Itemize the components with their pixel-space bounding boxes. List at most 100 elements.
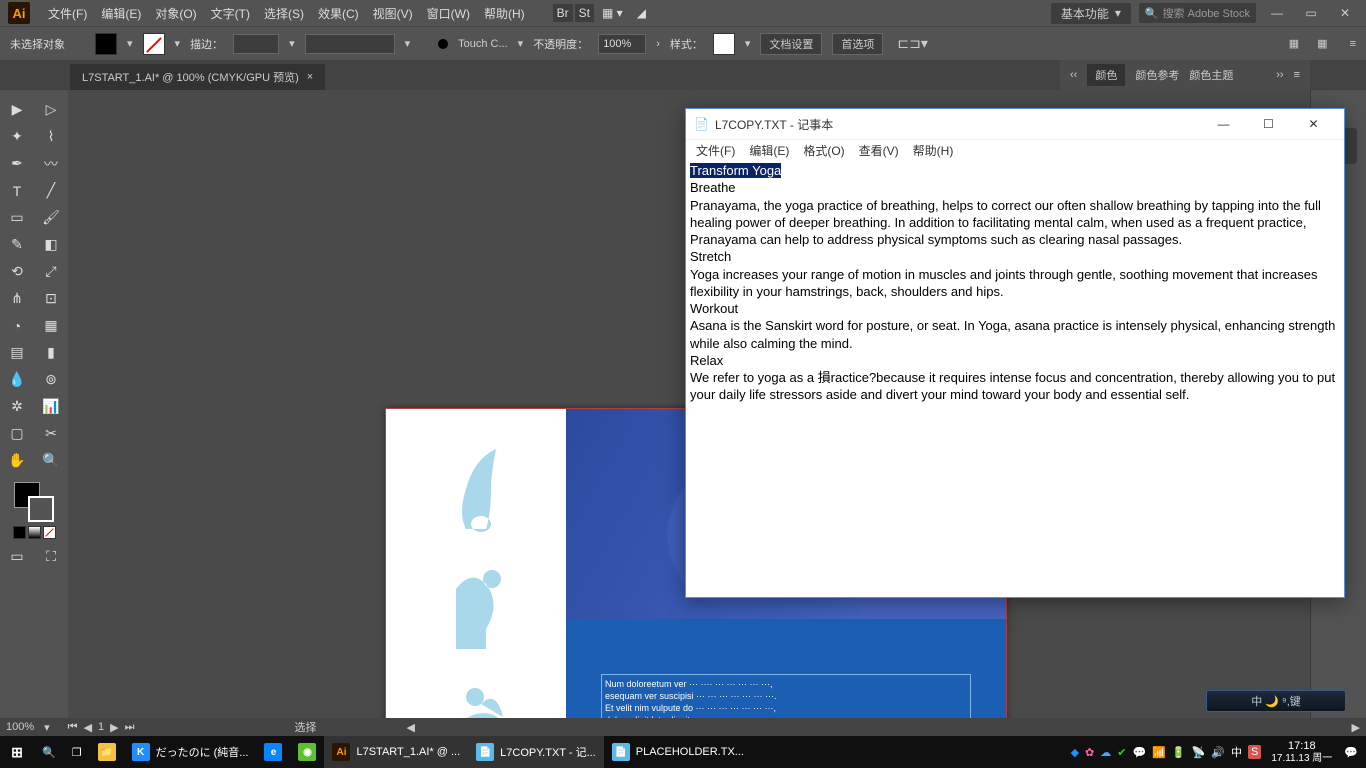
notepad-window[interactable]: 📄 L7COPY.TXT - 记事本 — ☐ ✕ 文件(F) 编辑(E) 格式(… — [685, 108, 1345, 598]
start-button[interactable]: ⊞ — [0, 736, 34, 768]
scroll-right-icon[interactable]: ▶ — [1352, 721, 1360, 734]
chevron-down-icon[interactable]: ▾ — [405, 37, 411, 50]
symbol-sprayer-tool[interactable]: ✲ — [0, 393, 34, 420]
shape-builder-tool[interactable]: ◔ — [0, 312, 34, 339]
fill-swatch[interactable] — [95, 33, 117, 55]
stroke-color-icon[interactable] — [28, 496, 54, 522]
workspace-switcher[interactable]: 基本功能▾ — [1051, 3, 1131, 24]
direct-selection-tool[interactable]: ▷ — [34, 96, 68, 123]
screen-mode-normal[interactable]: ▭ — [0, 543, 34, 570]
chevron-down-icon[interactable]: ▾ — [745, 37, 751, 50]
chevron-down-icon[interactable]: ▾ — [289, 37, 295, 50]
paintbrush-tool[interactable]: 🖌 — [34, 204, 68, 231]
window-restore-button[interactable]: ▭ — [1298, 6, 1324, 20]
menu-object[interactable]: 对象(O) — [149, 5, 202, 22]
page-number[interactable]: 1 — [98, 721, 104, 734]
notepad-menu-edit[interactable]: 编辑(E) — [743, 140, 795, 161]
next-page-icon[interactable]: ▶ — [110, 721, 118, 734]
ime-lang-icon[interactable]: 中 — [1231, 744, 1242, 760]
menu-select[interactable]: 选择(S) — [258, 5, 310, 22]
notepad-menu-format[interactable]: 格式(O) — [797, 140, 850, 161]
network-icon[interactable]: 📶 — [1152, 746, 1166, 759]
hand-tool[interactable]: ✋ — [0, 447, 34, 474]
notepad-titlebar[interactable]: 📄 L7COPY.TXT - 记事本 — ☐ ✕ — [686, 109, 1344, 139]
width-tool[interactable]: ⋔ — [0, 285, 34, 312]
align-icon[interactable]: ⊏⊐▾ — [897, 35, 928, 52]
style-swatch[interactable] — [713, 33, 735, 55]
menu-type[interactable]: 文字(T) — [205, 5, 256, 22]
magic-wand-tool[interactable]: ✦ — [0, 123, 34, 150]
wifi-icon[interactable]: 📡 — [1192, 746, 1206, 759]
bridge-icon[interactable]: Br — [553, 4, 573, 22]
screen-mode-full[interactable]: ⛶ — [34, 543, 68, 570]
eyedropper-tool[interactable]: 💧 — [0, 366, 34, 393]
menu-effect[interactable]: 效果(C) — [312, 5, 365, 22]
type-tool[interactable]: T — [0, 177, 34, 204]
pen-tool[interactable]: ✒ — [0, 150, 34, 177]
chevron-right-icon[interactable]: ›› — [1276, 69, 1283, 81]
search-taskbar-icon[interactable]: 🔍 — [34, 736, 64, 768]
color-mode-icon[interactable] — [13, 526, 26, 539]
none-mode-icon[interactable] — [43, 526, 56, 539]
notepad-minimize-button[interactable]: — — [1201, 110, 1246, 138]
edge-app[interactable]: e — [256, 736, 290, 768]
menu-file[interactable]: 文件(F) — [42, 5, 93, 22]
sogou-icon[interactable]: S — [1248, 745, 1261, 759]
chevron-left-icon[interactable]: ‹‹ — [1070, 69, 1077, 81]
notepad-maximize-button[interactable]: ☐ — [1246, 110, 1291, 138]
notepad-task-1[interactable]: 📄L7COPY.TXT - 记... — [468, 736, 604, 768]
gpu-icon[interactable]: ◢ — [631, 6, 652, 20]
panel-menu-icon[interactable]: ≡ — [1294, 69, 1300, 81]
rotate-tool[interactable]: ⟲ — [0, 258, 34, 285]
document-tab[interactable]: L7START_1.AI* @ 100% (CMYK/GPU 预览) × — [70, 64, 325, 90]
browser-app[interactable]: ◉ — [290, 736, 324, 768]
system-tray[interactable]: ◆ ✿ ☁ ✔ 💬 📶 🔋 📡 🔊 中 S 17:18 17.11.13 周一 … — [1063, 740, 1366, 763]
window-minimize-button[interactable]: — — [1264, 6, 1290, 20]
profile-input[interactable] — [305, 34, 395, 54]
stroke-width-input[interactable] — [233, 34, 279, 54]
gradient-tool[interactable]: ▮ — [34, 339, 68, 366]
opacity-input[interactable] — [598, 34, 646, 54]
preferences-button[interactable]: 首选项 — [832, 33, 883, 55]
notepad-close-button[interactable]: ✕ — [1291, 110, 1336, 138]
blend-tool[interactable]: ⊚ — [34, 366, 68, 393]
tray-icon[interactable]: 💬 — [1132, 746, 1146, 759]
placeholder-text-frame[interactable]: Num doloreetum ver ··· ···· ··· ··· ··· … — [601, 674, 971, 718]
panel-toggle-icon[interactable]: ▦ — [1317, 37, 1327, 50]
zoom-level[interactable]: 100% — [6, 721, 34, 733]
artboard-nav[interactable]: ⏮ ◀ 1 ▶ ⏭ — [68, 721, 135, 734]
shaper-tool[interactable]: ✎ — [0, 231, 34, 258]
gradient-mode-icon[interactable] — [28, 526, 41, 539]
panel-tab-colorguide[interactable]: 颜色参考 — [1135, 67, 1179, 83]
chevron-down-icon[interactable]: ▾ — [175, 37, 181, 50]
mesh-tool[interactable]: ▤ — [0, 339, 34, 366]
notepad-task-2[interactable]: 📄PLACEHOLDER.TX... — [604, 736, 752, 768]
taskbar-clock[interactable]: 17:18 17.11.13 周一 — [1271, 740, 1332, 763]
battery-icon[interactable]: 🔋 — [1172, 746, 1186, 759]
menu-edit[interactable]: 编辑(E) — [95, 5, 147, 22]
panel-tab-colorthemes[interactable]: 颜色主题 — [1189, 67, 1233, 83]
selection-tool[interactable]: ▶ — [0, 96, 34, 123]
notepad-menu-help[interactable]: 帮助(H) — [907, 140, 960, 161]
taskview-icon[interactable]: ❐ — [64, 736, 90, 768]
line-tool[interactable]: ╱ — [34, 177, 68, 204]
curvature-tool[interactable]: 〰 — [34, 150, 68, 177]
fill-stroke-colors[interactable] — [0, 474, 68, 543]
explorer-icon[interactable]: 📁 — [90, 736, 124, 768]
panel-menu-icon[interactable]: ≡ — [1350, 38, 1356, 50]
menu-view[interactable]: 视图(V) — [367, 5, 419, 22]
notifications-icon[interactable]: 💬 — [1344, 746, 1358, 759]
illustrator-task[interactable]: AiL7START_1.AI* @ ... — [324, 736, 468, 768]
artboard-tool[interactable]: ▢ — [0, 420, 34, 447]
perspective-tool[interactable]: ▦ — [34, 312, 68, 339]
tray-icon[interactable]: ✔ — [1117, 746, 1126, 759]
tray-icon[interactable]: ☁ — [1100, 746, 1111, 759]
tray-icon[interactable]: ◆ — [1071, 746, 1079, 759]
last-page-icon[interactable]: ⏭ — [125, 721, 135, 734]
chevron-down-icon[interactable]: ▾ — [518, 37, 524, 50]
chevron-right-icon[interactable]: › — [656, 38, 660, 50]
chevron-down-icon[interactable]: ▾ — [44, 721, 50, 734]
notepad-menu-view[interactable]: 查看(V) — [853, 140, 905, 161]
brush-name[interactable]: Touch C... — [458, 38, 508, 50]
stock-search[interactable]: 🔍搜索 Adobe Stock — [1139, 3, 1256, 23]
